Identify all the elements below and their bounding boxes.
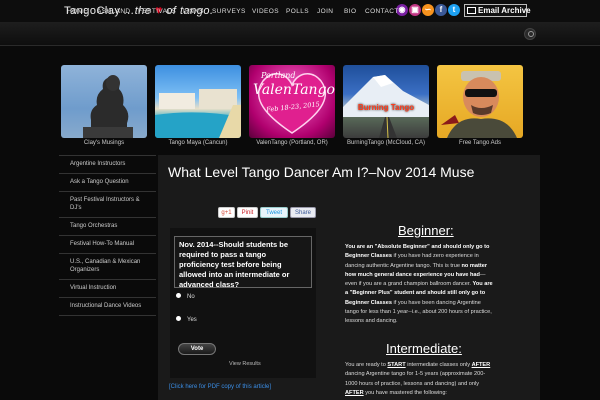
email-archive-button[interactable]: Email Archive — [464, 4, 531, 17]
sidebar-item-past-festival[interactable]: Past Festival Instructors & DJ's — [59, 192, 156, 218]
facebook-share-button[interactable]: Share — [290, 207, 316, 218]
nav-polls[interactable]: POLLS — [286, 8, 317, 15]
nav-bio[interactable]: BIO — [344, 8, 365, 15]
nav-ashland[interactable]: ASHLAND — [97, 8, 138, 15]
instagram-icon[interactable]: ▣ — [409, 4, 421, 16]
pdf-link[interactable]: [Click here for PDF copy of this article… — [169, 384, 271, 390]
sidebar-item-dance-videos[interactable]: Instructional Dance Videos — [59, 298, 156, 316]
poll-question: Nov. 2014--Should students be required t… — [174, 236, 312, 289]
nav-items: HOME ASHLAND FESTIVALS LINKS SURVEYS VID… — [67, 8, 399, 15]
intermediate-text: You are ready to START intermediate clas… — [345, 361, 495, 398]
thumb-burningtango[interactable]: Burning Tango — [343, 65, 429, 138]
nav-contact[interactable]: CONTACT — [365, 8, 399, 15]
inter-text-e: dancing Argentine tango for 1-5 years (a… — [345, 371, 486, 387]
thumb-free-tango-ads[interactable] — [437, 65, 523, 138]
envelope-icon — [467, 7, 476, 14]
thumb-label-valentango[interactable]: ValenTango (Portland, OR) — [249, 140, 335, 146]
thumb-clays-musings[interactable] — [61, 65, 147, 138]
intermediate-heading: Intermediate: — [386, 341, 462, 356]
social-icons: ◉ ▣ ∽ f t — [396, 4, 460, 16]
search-icon[interactable] — [524, 28, 536, 40]
nav-videos[interactable]: VIDEOS — [252, 8, 286, 15]
thumb-label-free-tango-ads[interactable]: Free Tango Ads — [437, 140, 523, 146]
sidebar-item-virtual-instruction[interactable]: Virtual Instruction — [59, 280, 156, 298]
inter-text-g: you have mastered the following: — [363, 389, 447, 396]
radio-yes[interactable] — [176, 316, 181, 321]
email-archive-label: Email Archive — [478, 6, 531, 15]
thumb-label-burningtango[interactable]: BurningTango (McCloud, CA) — [343, 140, 429, 146]
thumb-label-clays-musings[interactable]: Clay's Musings — [61, 140, 147, 146]
man-sunglasses-image — [441, 71, 517, 138]
valentango-overlay-city: Portland — [261, 71, 296, 80]
poll-option-yes-label: Yes — [187, 317, 197, 323]
nav-join[interactable]: JOIN — [317, 8, 344, 15]
valentango-overlay-title: ValenTango — [253, 82, 335, 98]
rss-icon[interactable]: ∽ — [422, 4, 434, 16]
inter-text-d: AFTER — [471, 362, 491, 368]
sidebar-item-organizers[interactable]: U.S., Canadian & Mexican Organizers — [59, 254, 156, 280]
facebook-icon[interactable]: f — [435, 4, 447, 16]
inter-text-c: intermediate classes only — [405, 362, 472, 368]
thumb-valentango[interactable]: Portland ValenTango Feb 18-23, 2015 — [249, 65, 335, 138]
inter-text-a: You are ready to — [345, 362, 388, 368]
beginner-heading: Beginner: — [398, 223, 454, 238]
thumb-label-tango-maya[interactable]: Tango Maya (Cancun) — [155, 140, 241, 146]
thumb-tango-maya[interactable] — [155, 65, 241, 138]
radio-no[interactable] — [176, 293, 181, 298]
thinker-statue-image — [83, 75, 133, 138]
main-nav — [0, 22, 600, 46]
resort-pool-image — [155, 89, 241, 138]
article-title: What Level Tango Dancer Am I?–Nov 2014 M… — [168, 164, 475, 180]
google-plus-button[interactable]: g+1 — [218, 207, 235, 218]
view-results-link[interactable]: View Results — [229, 361, 261, 367]
nav-links[interactable]: LINKS — [183, 8, 212, 15]
sidebar-item-ask-question[interactable]: Ask a Tango Question — [59, 174, 156, 192]
inter-text-b: START — [387, 362, 406, 368]
nav-home[interactable]: HOME — [67, 8, 97, 15]
nav-surveys[interactable]: SURVEYS — [212, 8, 252, 15]
beginner-text: You are an "Absolute Beginner" and shoul… — [345, 243, 495, 327]
sidebar-item-festival-manual[interactable]: Festival How-To Manual — [59, 236, 156, 254]
sidebar-item-tango-orchestras[interactable]: Tango Orchestras — [59, 218, 156, 236]
tweet-button[interactable]: Tweet — [260, 207, 288, 218]
pinit-button[interactable]: Pinit — [237, 207, 258, 218]
poll-option-no-label: No — [187, 294, 195, 300]
vote-button[interactable]: Vote — [178, 343, 216, 355]
burningtango-overlay-title: Burning Tango — [357, 103, 415, 112]
mountain-road-image — [343, 75, 429, 138]
nav-festivals[interactable]: FESTIVALS — [138, 8, 183, 15]
sidebar: Argentine Instructors Ask a Tango Questi… — [59, 155, 156, 316]
poll-option-yes[interactable]: Yes — [176, 316, 197, 323]
poll-option-no[interactable]: No — [176, 293, 195, 300]
twitter-icon[interactable]: t — [448, 4, 460, 16]
inter-text-f: AFTER — [345, 389, 364, 396]
sidebar-item-argentine-instructors[interactable]: Argentine Instructors — [59, 155, 156, 174]
